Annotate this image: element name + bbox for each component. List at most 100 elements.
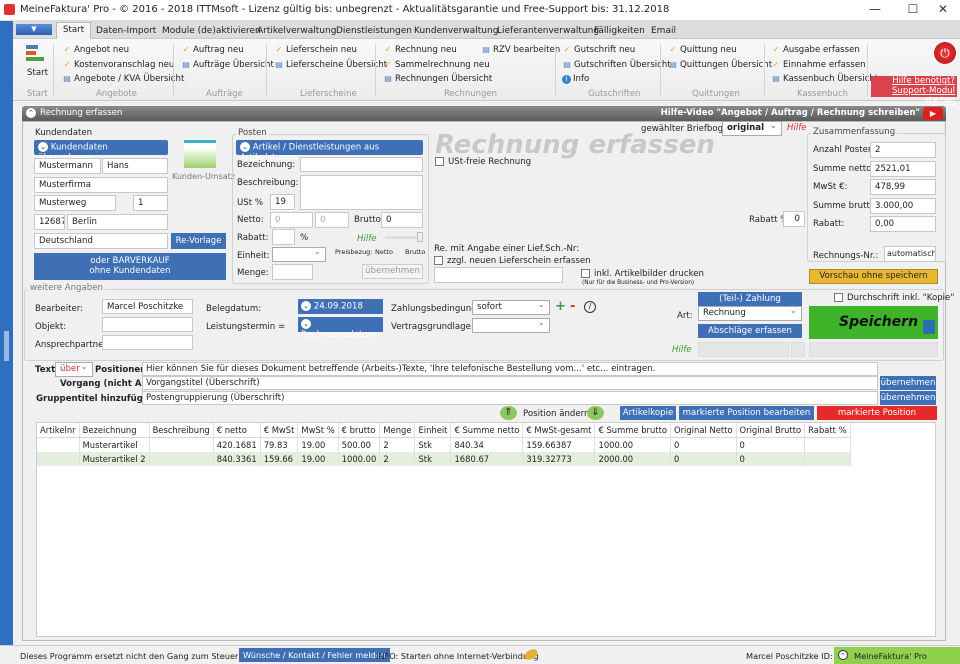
speichern-button[interactable]: Speichern xyxy=(809,306,938,339)
ribbon-gutschriften-uebersicht[interactable]: ▤ Gutschriften Übersicht xyxy=(562,60,671,70)
netto-field[interactable]: 0 xyxy=(270,212,313,228)
vertragsgrundlage-select[interactable] xyxy=(472,318,550,333)
start-button[interactable]: Start xyxy=(27,68,48,78)
tab-module[interactable]: Module (de)aktivieren xyxy=(162,26,261,36)
checkbox[interactable] xyxy=(434,256,443,265)
ribbon-auftraege-uebersicht[interactable]: ▤ Aufträge Übersicht xyxy=(181,60,274,70)
tab-faelligkeiten[interactable]: Fälligkeiten xyxy=(594,26,645,36)
edit-icon[interactable]: / xyxy=(584,301,596,313)
rechnungs-nr-field[interactable]: automatisch xyxy=(884,246,936,262)
arrow-down-icon[interactable]: ⇓ xyxy=(587,406,604,420)
kundendaten-uebernehmen-button[interactable]: ⌄ Kundendaten übernehmen xyxy=(34,140,168,163)
ribbon-rechnungen-uebersicht[interactable]: ▤ Rechnungen Übersicht xyxy=(383,74,492,84)
ribbon-quittungen-uebersicht[interactable]: ▤ Quittungen Übersicht xyxy=(668,60,772,70)
objekt-field[interactable] xyxy=(102,317,193,332)
table-row[interactable]: Musterartikel 420.1681 79.83 19.00 500.00 2 St… xyxy=(37,437,851,452)
minimize-button[interactable]: — xyxy=(860,2,890,18)
help-video-link[interactable]: Hilfe-Video "Angebot / Auftrag / Rechnun… xyxy=(661,108,920,118)
land-field[interactable]: Deutschland xyxy=(34,233,168,249)
kontakt-button[interactable]: Wünsche / Kontakt / Fehler melden xyxy=(239,648,390,662)
column-header[interactable]: € netto xyxy=(213,423,261,438)
nachname-field[interactable]: Mustermann xyxy=(34,158,101,174)
ribbon-info[interactable]: i Info xyxy=(562,74,589,84)
zahlungsbedingung-select[interactable]: sofort xyxy=(472,300,550,315)
checkbox[interactable] xyxy=(834,293,843,302)
position-bearbeiten-button[interactable]: markierte Position bearbeiten xyxy=(679,406,814,420)
bezeichnung-field[interactable] xyxy=(300,157,423,172)
chart-icon[interactable] xyxy=(184,140,216,168)
hilfe-link[interactable]: Hilfe xyxy=(672,345,692,355)
ribbon-rzv-bearbeiten[interactable]: ▤ RZV bearbeiten xyxy=(481,45,560,55)
app-menu-button[interactable]: ▼ xyxy=(16,24,52,35)
ribbon-einnahme-erfassen[interactable]: ✓ Einnahme erfassen xyxy=(771,60,866,70)
belegdatum-picker[interactable]: ⌄ 24.09.2018 xyxy=(298,299,383,314)
summary-value[interactable]: 478,99 xyxy=(870,179,936,195)
summary-value[interactable]: 3.000,00 xyxy=(870,197,936,214)
column-header[interactable]: MwSt % xyxy=(297,423,339,438)
tab-daten-import[interactable]: Daten-Import xyxy=(96,26,156,36)
re-vorlage-button[interactable]: Re-Vorlage xyxy=(171,233,226,249)
tab-email[interactable]: Email xyxy=(651,26,676,36)
tab-dienstleistungen[interactable]: Dienstleistungen xyxy=(336,26,412,36)
plz-field[interactable]: 12687 xyxy=(34,214,65,230)
beschreibung-field[interactable] xyxy=(300,175,423,210)
column-header[interactable]: Einheit xyxy=(414,423,452,438)
column-header[interactable]: € MwSt-gesamt xyxy=(522,423,596,438)
position-entfernen-button[interactable]: markierte Position entfernen xyxy=(817,406,937,432)
posten-uebernehmen-button[interactable]: übernehmen xyxy=(362,264,423,279)
barverkauf-button[interactable]: oder BARVERKAUF ohne Kundendaten xyxy=(34,253,226,280)
ribbon-lieferscheine-uebersicht[interactable]: ▤ Lieferscheine Übersicht xyxy=(274,60,387,70)
table-row[interactable]: Musterartikel 2 840.3361 159.66 19.00 1000.0… xyxy=(37,452,851,466)
ribbon-angebot-neu[interactable]: ✓ Angebot neu xyxy=(62,45,129,55)
abschlaege-button[interactable]: Abschläge erfassen xyxy=(698,324,802,338)
ansprechpartner-field[interactable] xyxy=(102,335,193,350)
tab-start[interactable]: Start xyxy=(56,22,91,40)
column-header[interactable]: € Summe brutto xyxy=(594,423,671,438)
brutto-field[interactable]: 0 xyxy=(381,212,423,228)
maximize-button[interactable]: ☐ xyxy=(898,2,928,18)
power-icon[interactable]: ⏻ xyxy=(934,42,956,64)
ort-field[interactable]: Berlin xyxy=(67,214,168,230)
ust-field[interactable]: 19 xyxy=(270,194,295,210)
ribbon-auftrag-neu[interactable]: ✓ Auftrag neu xyxy=(181,45,244,55)
ribbon-kassenbuch-uebersicht[interactable]: ▤ Kassenbuch Übersicht xyxy=(771,74,878,84)
strasse-field[interactable]: Musterweg xyxy=(34,195,116,211)
checkbox[interactable] xyxy=(581,269,590,278)
youtube-play-icon[interactable]: ▶ xyxy=(923,107,943,120)
tab-kundenverwaltung[interactable]: Kundenverwaltung xyxy=(414,26,498,36)
lieferschein-checkbox[interactable]: zzgl. neuen Lieferschein erfassen xyxy=(434,256,591,266)
menge-field[interactable] xyxy=(272,264,313,280)
tab-artikelverwaltung[interactable]: Artikelverwaltung xyxy=(257,26,336,36)
plus-icon[interactable]: + xyxy=(555,299,566,314)
column-header[interactable]: Menge xyxy=(379,423,416,438)
leistungstermin-picker[interactable]: ⌄ Rechnungsdatum xyxy=(298,317,383,340)
hilfe-link[interactable]: Hilfe xyxy=(787,123,807,133)
art-select[interactable]: Rechnung xyxy=(698,306,802,321)
kunden-umsatz-label[interactable]: Kunden-Umsatz xyxy=(172,172,235,181)
column-header[interactable]: € Summe netto xyxy=(450,423,524,438)
vorname-field[interactable]: Hans xyxy=(102,158,168,174)
artikelkopie-button[interactable]: Artikelkopie xyxy=(620,406,676,420)
ribbon-kostenvoranschlag-neu[interactable]: ✓ Kostenvoranschlag neu xyxy=(62,60,175,70)
preisbezug-slider[interactable] xyxy=(385,232,423,242)
collapse-icon[interactable]: ⌃ xyxy=(26,108,36,118)
close-button[interactable]: ✕ xyxy=(928,2,958,18)
column-header[interactable]: € brutto xyxy=(338,423,381,438)
ribbon-ausgabe-erfassen[interactable]: ✓ Ausgabe erfassen xyxy=(771,45,860,55)
column-header[interactable]: Original Netto xyxy=(670,423,737,438)
ribbon-sammelrechnung-neu[interactable]: ✓ Sammelrechnung neu xyxy=(383,60,490,70)
einheit-select[interactable] xyxy=(272,247,326,262)
checkbox[interactable] xyxy=(435,157,444,166)
artikelbilder-checkbox[interactable]: inkl. Artikelbilder drucken xyxy=(581,269,704,279)
ribbon-quittung-neu[interactable]: ✓ Quittung neu xyxy=(668,45,737,55)
support-module-button[interactable]: Hilfe benötigt? Support-Modul starten xyxy=(871,76,957,106)
minus-icon[interactable]: - xyxy=(570,299,575,314)
summary-value[interactable]: 0,00 xyxy=(870,216,936,232)
teilzahlung-button[interactable]: (Teil-) Zahlung erhalten? xyxy=(698,292,802,318)
netto2-field[interactable]: 0 xyxy=(315,212,349,228)
ribbon-rechnung-neu[interactable]: ✓ Rechnung neu xyxy=(383,45,457,55)
ribbon-angebote-uebersicht[interactable]: ▤ Angebote / KVA Übersicht xyxy=(62,74,184,84)
arrow-up-icon[interactable]: ⇑ xyxy=(500,406,517,420)
hilfe-link[interactable]: Hilfe xyxy=(357,234,377,244)
ust-freie-checkbox[interactable]: USt-freie Rechnung xyxy=(435,157,531,167)
